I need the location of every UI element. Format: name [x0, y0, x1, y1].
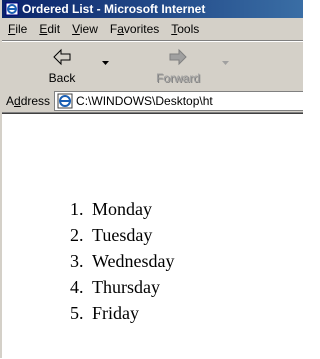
list-item: Friday [88, 300, 175, 326]
back-label: Back [48, 71, 76, 85]
back-arrow-icon [53, 48, 71, 66]
list-item: Wednesday [88, 248, 175, 274]
address-label-mnemonic: d [14, 94, 21, 108]
forward-label: Forward [155, 71, 200, 85]
menu-favorites-label: vorites [123, 22, 160, 36]
menu-view-mnemonic: V [72, 22, 80, 36]
forward-button[interactable]: Forward [152, 44, 204, 86]
address-value: C:\WINDOWS\Desktop\ht [76, 94, 213, 108]
menu-file[interactable]: File [2, 22, 33, 36]
menu-favorites-mnemonic: a [117, 22, 124, 36]
menu-view-label: iew [79, 22, 98, 36]
ie-page-icon [57, 93, 73, 109]
browser-window: Ordered List - Microsoft Internet File E… [0, 0, 303, 359]
page-content: Monday Tuesday Wednesday Thursday Friday [2, 113, 303, 359]
address-label: Address [2, 94, 54, 108]
list-item: Tuesday [88, 222, 175, 248]
address-label-pre: A [6, 94, 15, 108]
forward-dropdown-icon[interactable] [222, 61, 229, 66]
forward-arrow-icon [169, 48, 187, 66]
menu-tools-label: ools [177, 22, 200, 36]
ie-icon [5, 2, 19, 16]
back-dropdown-icon[interactable] [102, 61, 109, 66]
ordered-list: Monday Tuesday Wednesday Thursday Friday [2, 196, 175, 326]
list-item: Monday [88, 196, 175, 222]
toolbar: Back Forward [2, 41, 303, 91]
back-button[interactable]: Back [36, 44, 88, 86]
address-bar: Address C:\WINDOWS\Desktop\ht [2, 90, 303, 113]
menu-view[interactable]: View [66, 22, 104, 36]
menu-favorites[interactable]: Favorites [104, 22, 165, 36]
menu-tools[interactable]: Tools [165, 22, 205, 36]
menu-bar: File Edit View Favorites Tools [2, 18, 303, 41]
menu-edit-label: dit [47, 22, 61, 36]
window-title: Ordered List - Microsoft Internet [22, 2, 206, 16]
address-field[interactable]: C:\WINDOWS\Desktop\ht [54, 91, 303, 111]
list-item: Thursday [88, 274, 175, 300]
title-bar[interactable]: Ordered List - Microsoft Internet [2, 0, 303, 18]
menu-file-label: ile [15, 22, 28, 36]
address-label-rest: dress [20, 94, 51, 108]
menu-edit[interactable]: Edit [33, 22, 66, 36]
